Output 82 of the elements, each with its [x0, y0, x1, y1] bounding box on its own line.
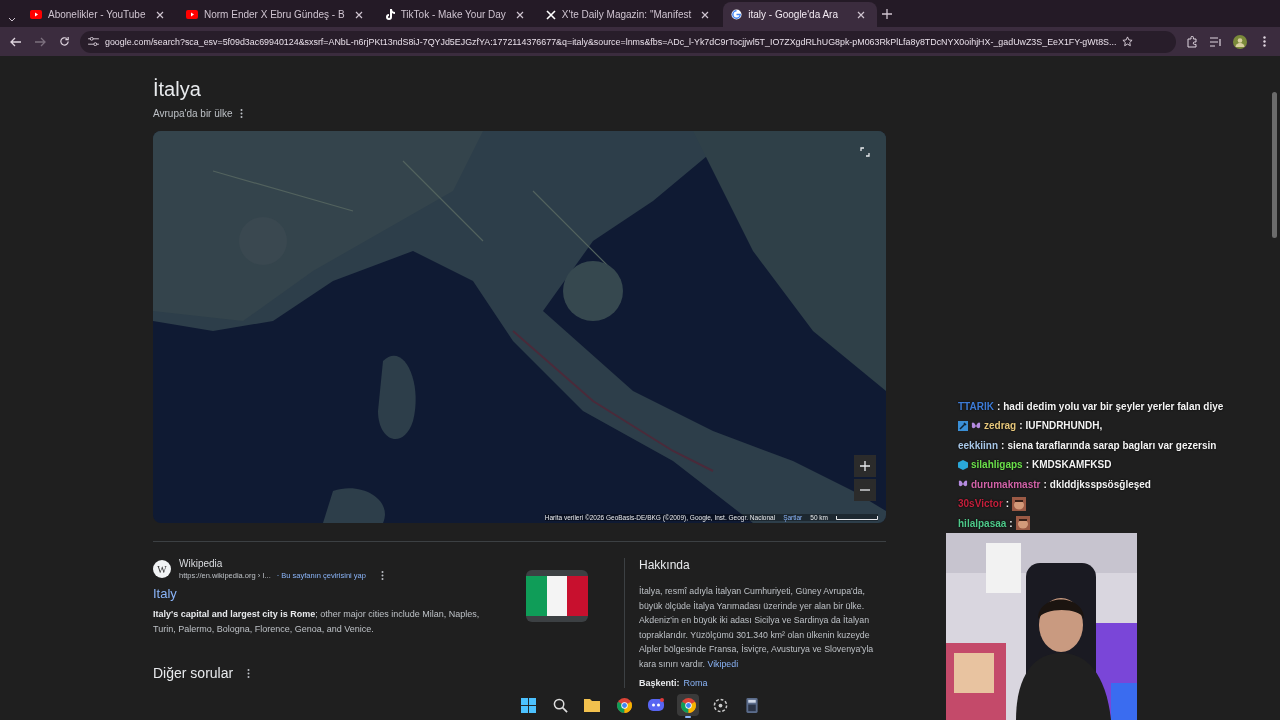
wrench-badge-icon — [958, 420, 968, 431]
scale-bar-icon — [836, 515, 878, 520]
about-text: İtalya, resmî adıyla İtalyan Cumhuriyeti, Güney Avrupa'da, büyük ölçüde İtalya Yarımadası üzerinde yer alan bir ülke. Akdeniz'in en büyük iki adası Sicilya ve Sardinya da İtalyan topraklarıdır. Yüzölçümü 301.340 km² olan ülkenin kuzeyde Alpler bölgesinde Fransa, İsviçre, Avusturya ve Slovenya'yla kara sınırı vardır. Vikipedi — [639, 585, 875, 671]
plus-icon — [882, 9, 893, 19]
capital-label: Başkenti: — [639, 677, 680, 688]
chrome-icon — [616, 697, 632, 713]
close-icon — [354, 10, 363, 19]
browser-tab[interactable]: X'te Daily Magazin: "Manifest — [537, 2, 722, 27]
chat-message: dklddjksspsösğleşed — [1049, 478, 1151, 490]
emote-icon — [1015, 516, 1030, 531]
entity-subtitle: Avrupa'da bir ülke — [153, 107, 233, 119]
zoom-in-button[interactable] — [854, 455, 876, 477]
youtube-icon — [30, 10, 42, 19]
zoom-out-button[interactable] — [854, 479, 876, 501]
google-icon — [731, 9, 743, 20]
gear-icon — [712, 697, 728, 713]
chat-separator: : — [1019, 420, 1023, 432]
chrome-icon — [680, 697, 696, 713]
search-icon — [552, 697, 568, 713]
result-title-link[interactable]: Italy — [153, 586, 498, 601]
chat-message: IUFNDRHUNDH, — [1025, 420, 1103, 432]
close-icon — [156, 10, 164, 19]
music-note-icon — [384, 9, 395, 20]
wiki-link[interactable]: Vikipedi — [707, 658, 739, 669]
calculator-icon — [746, 697, 758, 713]
flag-thumbnail[interactable] — [526, 570, 588, 622]
more-options-icon[interactable] — [238, 107, 245, 119]
profile-avatar[interactable] — [1232, 33, 1248, 50]
youtube-icon — [186, 10, 198, 19]
forward-arrow-icon — [34, 36, 46, 47]
chat-separator: : — [1043, 478, 1047, 490]
result-snippet: Italy's capital and largest city is Rome; other major cities include Milan, Naples, Turin, Palermo, Bologna, Florence, Genoa, and Venice. — [153, 608, 481, 636]
section-heading: Diğer sorular — [153, 665, 234, 681]
about-heading: Hakkında — [639, 558, 691, 572]
star-icon[interactable] — [1122, 36, 1134, 47]
scrollbar-thumb[interactable] — [1272, 92, 1277, 238]
reload-icon — [58, 36, 70, 47]
more-options-icon[interactable] — [379, 570, 386, 580]
chat-username: durumakmastr — [971, 478, 1041, 490]
game-controller-icon — [648, 698, 664, 712]
back-arrow-icon — [10, 36, 22, 47]
chat-username: silahligaps — [971, 459, 1023, 471]
more-options-icon[interactable] — [245, 667, 252, 679]
site-settings-icon — [88, 37, 99, 46]
chat-username: 30sVictor — [958, 498, 1003, 510]
address-bar[interactable] — [80, 30, 1176, 53]
browser-tab[interactable]: Abonelikler - YouTube — [22, 2, 176, 27]
source-name: Wikipedia — [179, 558, 224, 569]
flag-icon — [526, 576, 588, 616]
plus-icon — [860, 461, 870, 471]
entity-title: İtalya — [153, 78, 202, 101]
chat-separator: : — [1001, 439, 1005, 451]
chat-separator: : — [996, 400, 1001, 412]
close-icon — [701, 10, 710, 19]
site-favicon: W — [153, 560, 171, 578]
chat-username: zedrag — [984, 420, 1017, 432]
close-icon — [857, 10, 866, 19]
chat-separator: : — [1009, 517, 1013, 529]
capital-link[interactable]: Roma — [683, 677, 708, 688]
cube-badge-icon — [958, 459, 968, 470]
browser-tab[interactable]: TikTok - Make Your Day — [376, 2, 536, 27]
fullscreen-icon — [860, 147, 870, 157]
chat-username: TTARIK — [958, 400, 994, 412]
windows-icon — [520, 697, 536, 713]
close-icon — [515, 10, 524, 19]
chat-message: siena taraflarında sarap bagları var gezersin — [1007, 439, 1217, 451]
browser-tab[interactable]: italy - Google'da Ara — [723, 2, 878, 27]
chat-username: eekkiinn — [958, 439, 999, 451]
chat-message: hadi dedim yolu var bir şeyler yerler falan diye — [1003, 400, 1224, 412]
chevron-down-icon — [8, 16, 16, 22]
extensions-icon[interactable] — [1184, 33, 1200, 50]
chat-username: hilalpasaa — [958, 517, 1007, 529]
folder-icon — [584, 698, 600, 712]
chat-message: KMDSKAMFKSD — [1032, 459, 1112, 471]
emote-icon — [1012, 496, 1027, 511]
browser-tab[interactable]: Norm Ender X Ebru Gündeş - B — [178, 2, 375, 27]
chat-separator: : — [1025, 459, 1030, 471]
chat-separator: : — [1005, 498, 1010, 510]
butterfly-badge-icon — [971, 420, 981, 431]
url-text: google.com/search?sca_esv=5f09d3ac69940124&sxsrf=ANbL-n6rjPKt13ndS8iJ-7QYJd5EJGzfYA:1772114376677&q=italy&source=lnms&fbs=ADc_l-Yk7dC9rTocjjwl5T_IO7ZXgdRLhUG8pk-pM063RkPlLfa8y8TDcNYX0oihjHX-_gadUwZ3S_EeX1FY-gWt8S... — [105, 36, 1117, 47]
x-logo-icon — [545, 9, 556, 20]
taskbar-button[interactable] — [677, 694, 699, 716]
